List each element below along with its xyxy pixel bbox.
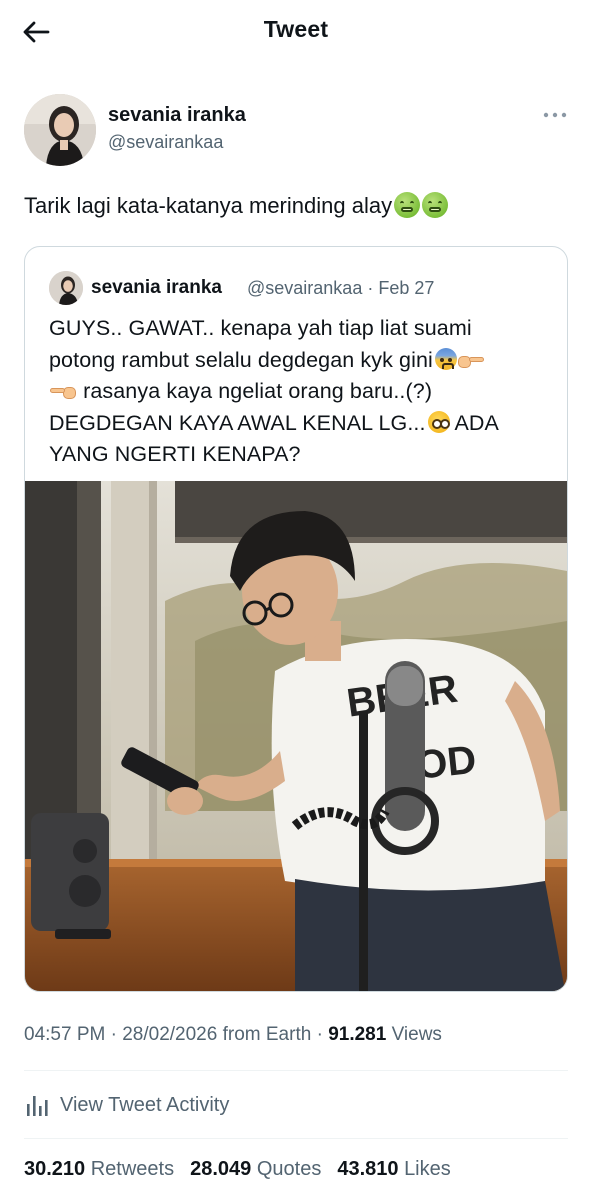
engagement-stats: 30.210 Retweets 28.049 Quotes 43.810 Lik… <box>24 1158 467 1181</box>
quote-text: GUYS.. GAWAT.. kenapa yah tiap liat suam… <box>49 313 549 471</box>
pointing-left-icon <box>49 382 77 400</box>
page-title: Tweet <box>263 16 329 42</box>
author-handle[interactable]: @sevairankaa <box>108 132 223 153</box>
divider <box>24 1070 568 1071</box>
bar-chart-icon <box>27 1096 48 1116</box>
quote-line-text: DEGDEGAN KAYA AWAL KENAL LG... <box>49 410 426 435</box>
quote-avatar[interactable] <box>49 271 83 305</box>
divider <box>24 1138 568 1139</box>
quotes-count: 28.049 <box>190 1158 252 1180</box>
likes-stat[interactable]: 43.810 Likes <box>337 1158 450 1181</box>
top-bar: Tweet <box>0 0 592 62</box>
photo-illustration: BEER OD <box>25 481 567 991</box>
more-button[interactable] <box>542 108 568 120</box>
quote-meta: @sevairankaa · Feb 27 <box>247 278 435 298</box>
quote-line-text: ADA <box>454 410 499 435</box>
likes-label: Likes <box>404 1158 451 1180</box>
retweets-count: 30.210 <box>24 1158 86 1180</box>
quote-line-text: potong rambut selalu degdegan kyk gini <box>49 347 433 372</box>
quote-line: GUYS.. GAWAT.. kenapa yah tiap liat suam… <box>49 316 472 340</box>
tweet-author: sevania iranka @sevairankaa <box>24 94 568 166</box>
quote-line-text: rasanya kaya ngeliat orang baru..(?) <box>83 379 433 403</box>
likes-count: 43.810 <box>337 1158 399 1180</box>
pointing-right-icon <box>457 351 485 369</box>
tweet-date: 28/02/2026 <box>122 1024 218 1045</box>
pleading-face-icon <box>427 410 450 433</box>
views-label: Views <box>391 1024 442 1045</box>
quotes-stat[interactable]: 28.049 Quotes <box>190 1158 321 1181</box>
author-name[interactable]: sevania iranka <box>108 104 246 127</box>
tweet-timestamp: 04:57 PM · 28/02/2026 from Earth · 91.28… <box>24 1024 442 1045</box>
quote-photo[interactable]: BEER OD <box>25 481 567 991</box>
quote-author-name[interactable]: sevania iranka <box>91 277 222 299</box>
quotes-label: Quotes <box>256 1158 322 1180</box>
nauseated-face-icon <box>394 192 421 218</box>
quote-avatar-image <box>49 271 83 305</box>
quote-line-2: potong rambut selalu degdegan kyk gini <box>49 345 549 377</box>
quote-line-4: DEGDEGAN KAYA AWAL KENAL LG... ADA <box>49 408 549 440</box>
views-count: 91.281 <box>328 1024 387 1045</box>
tweet-source: from Earth <box>222 1024 312 1045</box>
tweet-time: 04:57 PM <box>24 1024 106 1045</box>
avatar[interactable] <box>24 94 96 166</box>
fearful-face-icon <box>434 347 457 370</box>
more-horizontal-icon <box>543 112 567 118</box>
retweets-stat[interactable]: 30.210 Retweets <box>24 1158 174 1181</box>
avatar-image <box>24 94 96 166</box>
quoted-tweet[interactable]: sevania iranka @sevairankaa · Feb 27 GUY… <box>24 246 568 992</box>
activity-label: View Tweet Activity <box>60 1093 230 1116</box>
tweet-body: Tarik lagi kata-katanya merinding alay <box>24 193 393 218</box>
retweets-label: Retweets <box>90 1158 175 1180</box>
tweet-text: Tarik lagi kata-katanya merinding alay <box>24 190 568 222</box>
view-tweet-activity-button[interactable]: View Tweet Activity <box>24 1088 229 1122</box>
quote-line: YANG NGERTI KENAPA? <box>49 442 301 466</box>
nauseated-face-icon <box>422 192 449 218</box>
quote-line-3: rasanya kaya ngeliat orang baru..(?) <box>49 376 549 408</box>
